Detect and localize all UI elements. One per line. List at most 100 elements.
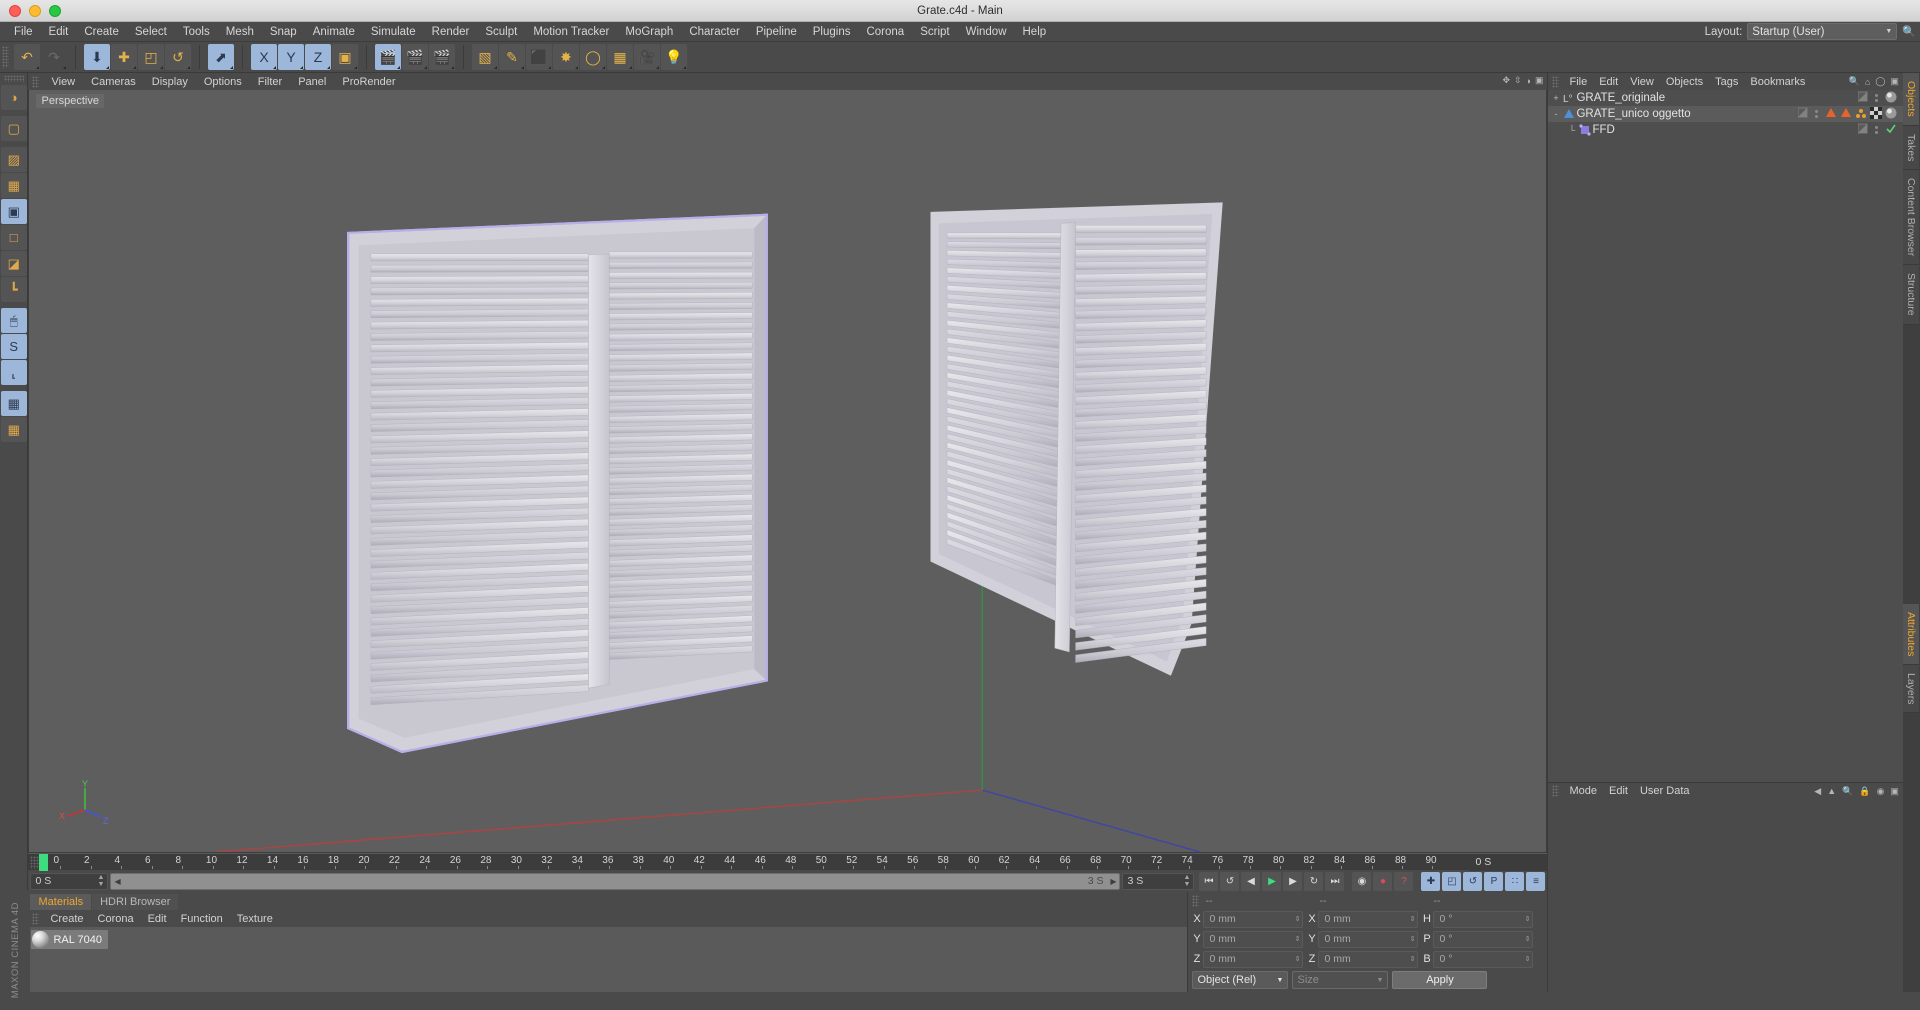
stepper-icon[interactable]: ⇕ bbox=[1410, 956, 1416, 963]
lock-z-axis-button[interactable]: Z bbox=[305, 44, 331, 70]
visibility-dots-icon[interactable] bbox=[1798, 107, 1809, 121]
go-to-previous-key-button[interactable]: ↺ bbox=[1220, 872, 1239, 891]
menu-item-edit[interactable]: Edit bbox=[41, 24, 77, 40]
visibility-dots-icon[interactable] bbox=[1858, 91, 1869, 105]
timeline-track[interactable]: 0246810121416182022242628303234363840424… bbox=[39, 854, 1469, 871]
workplane-lock-button[interactable]: ▦ bbox=[1, 391, 27, 416]
menu-item-character[interactable]: Character bbox=[681, 24, 748, 40]
object-manager-menu-file[interactable]: File bbox=[1563, 76, 1593, 88]
object-manager-menu-tags[interactable]: Tags bbox=[1709, 76, 1744, 88]
keyframe-selection-button[interactable]: ? bbox=[1394, 872, 1413, 891]
pan-icon[interactable]: ✥ bbox=[1502, 75, 1510, 86]
vertical-tab-takes[interactable]: Takes bbox=[1903, 126, 1919, 170]
add-spline-button[interactable]: ✎ bbox=[499, 44, 525, 70]
stepper-icon[interactable]: ⇕ bbox=[1410, 936, 1416, 943]
material-tab-hdri-browser[interactable]: HDRI Browser bbox=[92, 894, 178, 910]
record-parameter-button[interactable]: P bbox=[1484, 872, 1503, 891]
add-deformer-button[interactable]: ✸ bbox=[553, 44, 579, 70]
search-icon[interactable]: 🔍 bbox=[1902, 25, 1916, 38]
apply-button[interactable]: Apply bbox=[1392, 971, 1487, 989]
size-x-field[interactable]: 0 mm⇕ bbox=[1318, 911, 1418, 928]
object-row[interactable]: └FFD bbox=[1548, 122, 1902, 138]
material-tag-icon[interactable] bbox=[1885, 107, 1897, 122]
magnet-tool-button[interactable]: ⸤ bbox=[1, 360, 27, 385]
viewport-nav-icons[interactable]: ✥ ⇳ ◑ ▣ bbox=[1502, 75, 1543, 86]
layout-select[interactable]: Startup (User) ▼ bbox=[1747, 23, 1897, 40]
stepper-icon[interactable]: ⇕ bbox=[1295, 916, 1301, 923]
record-active-objects-button[interactable]: ◉ bbox=[1352, 872, 1371, 891]
expander-icon[interactable]: - bbox=[1550, 109, 1561, 119]
menu-item-file[interactable]: File bbox=[6, 24, 41, 40]
menu-item-help[interactable]: Help bbox=[1015, 24, 1055, 40]
slider-left-handle[interactable]: ◀ bbox=[114, 877, 120, 886]
vertical-tab-content-browser[interactable]: Content Browser bbox=[1903, 170, 1919, 265]
timeline-ruler[interactable]: 0246810121416182022242628303234363840424… bbox=[28, 853, 1547, 870]
rotate-tool[interactable]: ↺ bbox=[165, 44, 191, 70]
axis-modification-button[interactable]: ┗ bbox=[1, 277, 27, 302]
keyframe-timeline-button[interactable]: ≡ bbox=[1526, 872, 1545, 891]
object-manager-tree[interactable]: +L°GRATE_originale-GRATE_unico oggetto└F… bbox=[1548, 90, 1902, 782]
stepper-icon[interactable]: ⇕ bbox=[1295, 936, 1301, 943]
menu-item-simulate[interactable]: Simulate bbox=[363, 24, 424, 40]
current-time-marker[interactable] bbox=[39, 854, 48, 871]
menu-item-animate[interactable]: Animate bbox=[305, 24, 363, 40]
add-environment-button[interactable]: ▦ bbox=[607, 44, 633, 70]
menu-item-mograph[interactable]: MoGraph bbox=[617, 24, 681, 40]
toolbar-grip[interactable] bbox=[2, 46, 9, 68]
position-y-field[interactable]: 0 mm⇕ bbox=[1203, 931, 1303, 948]
stepper-icon[interactable]: ▲▼ bbox=[1184, 874, 1191, 888]
viewport-grip[interactable] bbox=[32, 76, 39, 88]
object-mode-button[interactable]: □ bbox=[1, 225, 27, 250]
visibility-toggle-dots[interactable] bbox=[1872, 126, 1882, 134]
object-manager-menu-view[interactable]: View bbox=[1624, 76, 1660, 88]
visibility-dots-icon[interactable] bbox=[1858, 123, 1869, 137]
material-tabs[interactable]: MaterialsHDRI Browser bbox=[28, 892, 1187, 910]
polygon-mode-button[interactable]: ▦ bbox=[1, 173, 27, 198]
texture-mode-button[interactable]: ◪ bbox=[1, 251, 27, 276]
texture-tool-button[interactable]: ◑ bbox=[1, 85, 27, 110]
edge-mode-button[interactable]: ▨ bbox=[1, 147, 27, 172]
coordinate-system-dropdown[interactable]: Object (Rel) ▼ bbox=[1192, 971, 1288, 989]
object-tags[interactable] bbox=[1858, 91, 1897, 106]
search-icon[interactable]: 🔍 bbox=[1849, 76, 1860, 87]
play-button[interactable]: ▶ bbox=[1262, 872, 1281, 891]
record-position-button[interactable]: ✚ bbox=[1421, 872, 1440, 891]
object-tags[interactable] bbox=[1798, 107, 1897, 122]
world-object-coordinates-button[interactable]: ▣ bbox=[332, 44, 358, 70]
size-mode-dropdown[interactable]: Size ▼ bbox=[1292, 971, 1388, 989]
attribute-manager-body[interactable] bbox=[1548, 799, 1902, 992]
material-menu-create[interactable]: Create bbox=[43, 913, 90, 925]
add-light-button[interactable]: 💡 bbox=[661, 44, 687, 70]
material-tag-icon[interactable] bbox=[1885, 91, 1897, 106]
current-frame-field[interactable]: 0 S ▲▼ bbox=[30, 873, 108, 890]
material-tab-materials[interactable]: Materials bbox=[30, 894, 91, 910]
add-scene-object-button[interactable]: ◯ bbox=[580, 44, 606, 70]
size-z-field[interactable]: 0 mm⇕ bbox=[1318, 951, 1418, 968]
record-scale-button[interactable]: ◰ bbox=[1442, 872, 1461, 891]
viewport-menu-display[interactable]: Display bbox=[144, 76, 196, 88]
position-z-field[interactable]: 0 mm⇕ bbox=[1203, 951, 1303, 968]
panel-icon[interactable]: ▣ bbox=[1890, 76, 1899, 87]
stepper-icon[interactable]: ⇕ bbox=[1525, 956, 1531, 963]
material-grip[interactable] bbox=[32, 913, 39, 925]
expander-icon[interactable]: + bbox=[1550, 93, 1561, 103]
viewport-menu-prorender[interactable]: ProRender bbox=[334, 76, 403, 88]
home-icon[interactable]: ⌂ bbox=[1865, 77, 1870, 87]
rotation-b-field[interactable]: 0 °⇕ bbox=[1433, 951, 1533, 968]
object-row[interactable]: -GRATE_unico oggetto bbox=[1548, 106, 1902, 122]
render-view-button[interactable]: 🎬 bbox=[375, 44, 401, 70]
menu-item-mesh[interactable]: Mesh bbox=[218, 24, 262, 40]
ellipse-icon[interactable]: ◯ bbox=[1875, 76, 1885, 87]
vertical-tab-layers[interactable]: Layers bbox=[1903, 665, 1919, 714]
viewport-menu-options[interactable]: Options bbox=[196, 76, 250, 88]
slider-right-handle[interactable]: ▶ bbox=[1110, 877, 1116, 886]
panel-icon[interactable]: ▣ bbox=[1890, 786, 1899, 797]
visibility-toggle-dots[interactable] bbox=[1872, 94, 1882, 102]
stepper-icon[interactable]: ⇕ bbox=[1410, 916, 1416, 923]
stepper-icon[interactable]: ⇕ bbox=[1525, 916, 1531, 923]
edit-render-settings-button[interactable]: 🎬 bbox=[429, 44, 455, 70]
live-selection-tool[interactable]: ⬇ bbox=[84, 44, 110, 70]
visibility-toggle-dots[interactable] bbox=[1812, 110, 1822, 118]
menu-item-snap[interactable]: Snap bbox=[262, 24, 305, 40]
vertical-tab-structure[interactable]: Structure bbox=[1903, 265, 1919, 325]
